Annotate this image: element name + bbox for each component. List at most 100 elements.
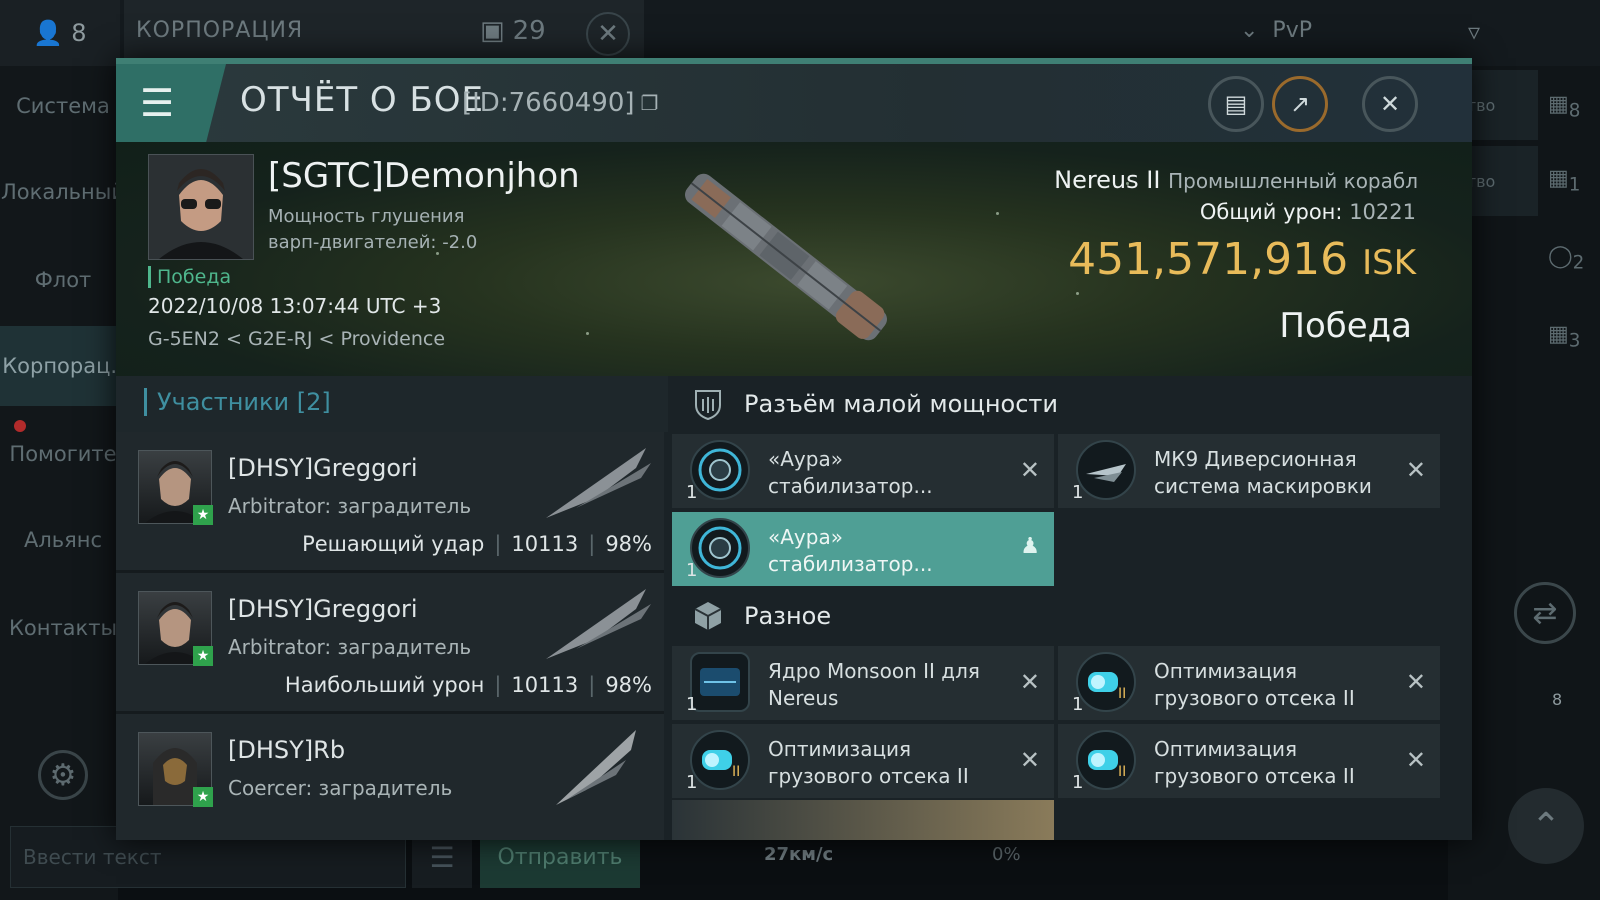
participant-percent: 98%	[605, 532, 652, 556]
document-icon: ▤	[1224, 90, 1248, 118]
stat-divider: |	[494, 673, 502, 697]
corp-chat-close-button[interactable]: ✕	[586, 12, 630, 56]
pvp-filter-dropdown[interactable]: ⌄ PvP	[1240, 18, 1312, 43]
member-count[interactable]: 👤 8	[0, 0, 120, 66]
battle-location[interactable]: G-5EN2 < G2E-RJ < Providence	[148, 328, 445, 350]
sidebar-item-label: Помогите	[9, 442, 117, 466]
core-icon	[690, 652, 750, 712]
participant-row[interactable]: ★ [DHSY]Greggori Arbitrator: заградитель…	[116, 432, 664, 573]
destroyed-x-icon: ✕	[1019, 456, 1040, 484]
module-quantity: 1	[686, 772, 698, 793]
participant-row[interactable]: ★ [DHSY]Rb Coercer: заградитель	[116, 714, 664, 840]
copy-icon[interactable]: ❐	[641, 91, 659, 115]
participant-ship: Arbitrator: заградитель	[228, 494, 472, 518]
victim-ship-image[interactable]	[656, 152, 916, 362]
participant-row[interactable]: ★ [DHSY]Greggori Arbitrator: заградитель…	[116, 573, 664, 714]
module-item[interactable]: II 1 Оптимизация грузового отсека II ✕	[672, 724, 1054, 798]
module-item[interactable]: 1 «Аура» стабилизатор... ✕	[672, 434, 1054, 508]
chat-window-icon: ▣	[480, 16, 505, 46]
module-item-selected[interactable]: 1 «Аура» стабилизатор... ♟	[672, 512, 1054, 586]
participant-ship: Arbitrator: заградитель	[228, 635, 472, 659]
modal-title: ОТЧЁТ О БОЕ	[240, 80, 485, 120]
stat-divider: |	[588, 532, 596, 556]
isk-currency: ISK	[1362, 243, 1416, 283]
destroyed-x-icon: ✕	[1019, 746, 1040, 774]
share-button[interactable]: ↗	[1272, 76, 1328, 132]
destroyed-x-icon: ✕	[1405, 668, 1426, 696]
misc-title-text: Разное	[744, 602, 832, 630]
module-quantity: 1	[686, 482, 698, 503]
portrait-image	[149, 155, 253, 259]
module-item-partial[interactable]	[672, 800, 1054, 840]
participant-percent: 98%	[605, 673, 652, 697]
victim-portrait[interactable]	[148, 154, 254, 260]
participants-title: Участники [2]	[144, 388, 331, 416]
sidebar-item-local[interactable]: Локальный	[0, 152, 126, 232]
ship-name-text: Nereus II	[1054, 166, 1161, 194]
module-quantity: 1	[686, 560, 698, 581]
person-icon: ♟	[1020, 534, 1040, 559]
standing-star-icon: ★	[193, 505, 213, 525]
module-item[interactable]: 1 МК9 Диверсионная система маскировки ✕	[1058, 434, 1440, 508]
module-name: Оптимизация грузового отсека II	[768, 737, 969, 788]
isk-value: 451,571,916 ISK	[1068, 234, 1416, 285]
low-slot-icon	[690, 386, 726, 422]
settings-gear-icon[interactable]: ⚙	[38, 750, 88, 800]
battle-report-modal: ☰ ОТЧЁТ О БОЕ [ID:7660490] ❐ ▤ ↗ ✕ [SGTC…	[116, 58, 1472, 840]
badge-count: 8	[1552, 690, 1563, 709]
scroll-up-icon[interactable]: ⌃	[1508, 788, 1584, 864]
destroyed-x-icon: ✕	[1405, 746, 1426, 774]
right-channel-icon-2[interactable]: ▦1	[1548, 166, 1580, 195]
module-item[interactable]: II 1 Оптимизация грузового отсека II ✕	[1058, 646, 1440, 720]
sidebar-item-fleet[interactable]: Флот	[0, 240, 126, 320]
total-damage: Общий урон: 10221	[1200, 200, 1416, 224]
participant-stats: Решающий удар | 10113 | 98%	[302, 532, 652, 556]
message-count-value: 29	[512, 16, 546, 46]
total-damage-value: 10221	[1349, 200, 1416, 224]
close-button[interactable]: ✕	[1362, 76, 1418, 132]
victim-banner: [SGTC]Demonjhon Мощность глушения варп-д…	[116, 142, 1472, 376]
cargo-optimization-icon: II	[690, 730, 750, 790]
warp-line-2: варп-двигателей: -2.0	[268, 232, 478, 253]
total-damage-label: Общий урон:	[1199, 200, 1343, 224]
sidebar-item-corp[interactable]: Корпорац..	[0, 326, 126, 406]
participant-name: [DHSY]Greggori	[228, 454, 418, 482]
low-slot-section-title: Разъём малой мощности	[690, 386, 1058, 422]
report-id-value: [ID:7660490]	[462, 88, 635, 118]
module-quantity: 1	[1072, 694, 1084, 715]
document-button[interactable]: ▤	[1208, 76, 1264, 132]
cargo-optimization-icon: II	[1076, 730, 1136, 790]
cloak-icon	[1076, 440, 1136, 500]
icon-count: 1	[1568, 174, 1581, 196]
module-name: «Аура» стабилизатор...	[768, 447, 933, 498]
isk-amount: 451,571,916	[1068, 234, 1349, 285]
cargo-optimization-icon: II	[1076, 652, 1136, 712]
participant-ship-image	[556, 730, 636, 805]
user-icon: 👤	[33, 19, 64, 47]
swap-icon[interactable]: ⇄	[1514, 582, 1576, 644]
ship-type-text: Промышленный корабл	[1168, 169, 1418, 193]
participant-portrait: ★	[138, 450, 213, 525]
module-item[interactable]: 1 Ядро Monsoon II для Nereus ✕	[672, 646, 1054, 720]
filter-icon[interactable]: ▿	[1468, 18, 1480, 46]
battle-datetime: 2022/10/08 13:07:44 UTC +3	[148, 294, 442, 318]
report-id[interactable]: [ID:7660490] ❐	[462, 88, 658, 118]
svg-text:II: II	[732, 764, 740, 780]
participant-stats: Наибольший урон | 10113 | 98%	[285, 673, 652, 697]
participant-portrait: ★	[138, 732, 213, 807]
right-channel-icon-1[interactable]: ▦8	[1548, 92, 1580, 121]
victory-label: Победа	[148, 266, 231, 288]
sidebar-item-system[interactable]: Система	[0, 66, 126, 146]
right-channel-icon-3[interactable]: ◯2	[1548, 244, 1584, 273]
share-icon: ↗	[1289, 90, 1311, 118]
sidebar-item-alliance[interactable]: Альянс	[0, 500, 126, 580]
sidebar-item-contacts[interactable]: Контакты	[0, 588, 126, 668]
battle-result: Победа	[1279, 306, 1412, 346]
speed-readout: 27км/с	[764, 844, 834, 865]
module-item[interactable]: II 1 Оптимизация грузового отсека II ✕	[1058, 724, 1440, 798]
module-name: Оптимизация грузового отсека II	[1154, 737, 1355, 788]
module-name: «Аура» стабилизатор...	[768, 525, 933, 576]
victim-ship-name[interactable]: Nereus II Промышленный корабл	[1054, 166, 1418, 194]
victim-name[interactable]: [SGTC]Demonjhon	[268, 156, 580, 196]
right-channel-icon-4[interactable]: ▦3	[1548, 322, 1580, 351]
